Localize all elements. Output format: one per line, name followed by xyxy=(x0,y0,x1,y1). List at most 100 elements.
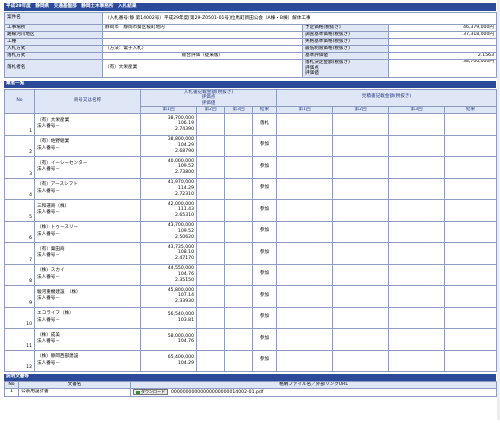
download-button[interactable]: ダウンロード xyxy=(133,389,168,395)
bid-value: 2.74390 xyxy=(175,127,194,133)
est-round3-cell xyxy=(388,220,446,243)
round3-bid-cell xyxy=(224,328,253,351)
round1-bid-cell: 58,000,000 104.76 xyxy=(140,328,197,351)
bid-result: 参加 xyxy=(251,242,278,265)
bid-result: 参加 xyxy=(251,199,278,222)
info-value: （入札番号:静 第14002号）平成29年度[第29-Z0501-01号]位馬町… xyxy=(102,12,497,25)
table-row: 5 三和運商（株） 法人番号－ 42,000,000 111.43 2.65310 参加 xyxy=(4,199,498,222)
est-result-cell xyxy=(444,328,498,351)
round1-bid-cell: 65,400,000 104.29 xyxy=(140,349,197,372)
col-round2-header: 第2回 xyxy=(196,106,225,114)
bidder-no: 3 xyxy=(4,156,35,179)
est-round3-cell xyxy=(388,349,446,372)
bid-value: 2.65310 xyxy=(175,213,194,219)
info-right-value: 2.1563 xyxy=(388,52,497,60)
round3-bid-cell xyxy=(224,177,253,200)
round1-bid-cell: 44,550,000 104.76 2.35150 xyxy=(140,263,197,286)
info-label: 落札方式 xyxy=(4,52,103,60)
est-result-cell xyxy=(444,156,498,179)
est-result-cell xyxy=(444,199,498,222)
info-label: 路線河川地区 xyxy=(4,31,103,39)
bidder-corp-number: 法人番号－ xyxy=(37,124,60,130)
round1-bid-cell: 43,700,000 109.52 2.50620 xyxy=(140,220,197,243)
bid-value: 2.33930 xyxy=(175,299,194,305)
table-row: 1 （有）大栄産業 法人番号－ 38,700,000 106.19 2.74390 落札 xyxy=(4,113,498,136)
bidders-table: No 商号又は名称 入札書記載金額(税抜き) 評価点 評価値 見積書記載金額(税… xyxy=(4,88,498,373)
round2-bid-cell xyxy=(196,199,225,222)
est-result-cell xyxy=(444,285,498,308)
est-round3-cell xyxy=(388,156,446,179)
est-round3-cell xyxy=(388,199,446,222)
est-round2-cell xyxy=(332,328,390,351)
round2-bid-cell xyxy=(196,263,225,286)
table-row: 8 （株）スカイ 法人番号－ 44,550,000 104.76 2.35150 参加 xyxy=(4,263,498,286)
bid-result: 参加 xyxy=(251,349,278,372)
est-round3-cell xyxy=(388,242,446,265)
info-value: 静岡市 静岡市葵区桜町地内 xyxy=(102,24,303,32)
bid-value: 2.73800 xyxy=(175,170,194,176)
bidder-name-cell: （株）静岡西部建設 法人番号－ xyxy=(34,349,141,372)
page: 平成29年度 静岡県 交通基盤部 静岡土木事務所 入札結果 案件名 （入札番号:静… xyxy=(4,0,500,420)
bidder-no: 9 xyxy=(4,285,35,308)
table-row: 6 （株）トゥースリー 法人番号－ 43,700,000 109.52 2.50620 参加 xyxy=(4,220,498,243)
round3-bid-cell xyxy=(224,242,253,265)
est-round1-cell xyxy=(276,242,334,265)
estimate-group-header: 見積書記載金額(税抜き) xyxy=(276,88,498,107)
bidder-corp-number: 法人番号－ xyxy=(37,145,60,151)
doc-no: 1 xyxy=(4,388,19,397)
info-label: 入札方式 xyxy=(4,45,103,53)
doc-row: 1 公表用設計書 ダウンロード 00000000000000000000014002-… xyxy=(4,388,497,397)
bidder-no: 4 xyxy=(4,177,35,200)
est-round2-cell xyxy=(332,199,390,222)
round3-bid-cell xyxy=(224,113,253,136)
bidder-name-cell: （有）佐野組業 法人番号－ xyxy=(34,134,141,157)
bidder-corp-number: 法人番号－ xyxy=(37,296,60,302)
doc-file-link[interactable]: 00000000000000000000014002-01.pdf xyxy=(171,390,263,395)
est-round3-cell xyxy=(388,263,446,286)
info-right-label: 失格基準価格(税抜き) xyxy=(302,38,389,46)
est-round1-cell xyxy=(276,156,334,179)
bidder-no: 6 xyxy=(4,220,35,243)
bid-value: 2.68790 xyxy=(175,148,194,154)
bid-result: 参加 xyxy=(251,220,278,243)
est-round3-cell xyxy=(388,328,446,351)
est-round2-cell xyxy=(332,242,390,265)
docs-col-file: 格納ファイル名／外部リンクURL xyxy=(130,381,497,389)
est-round1-cell xyxy=(276,177,334,200)
est-round3-cell xyxy=(388,134,446,157)
est-result-cell xyxy=(444,134,498,157)
est-round1-cell xyxy=(276,285,334,308)
col-name-header: 商号又は名称 xyxy=(34,88,141,114)
round2-bid-cell xyxy=(196,306,225,329)
bid-result: 参加 xyxy=(251,263,278,286)
table-row: 12 （株）静岡西部建設 法人番号－ 65,400,000 104.29 参加 xyxy=(4,349,498,372)
info-label: 落札者名 xyxy=(4,59,103,78)
bidder-no: 5 xyxy=(4,199,35,222)
est-round2-cell xyxy=(332,156,390,179)
bidder-name-cell: （株）スカイ 法人番号－ xyxy=(34,263,141,286)
round3-bid-cell xyxy=(224,285,253,308)
info-value xyxy=(102,38,303,46)
bidder-name-cell: 三和運商（株） 法人番号－ xyxy=(34,199,141,222)
est-round1-cell xyxy=(276,349,334,372)
bidders-section-title: 業者一覧 xyxy=(4,80,496,88)
info-row: 工種 失格基準価格(税抜き) xyxy=(4,38,497,46)
est-round1-cell xyxy=(276,328,334,351)
download-icon xyxy=(136,390,140,394)
round1-bid-cell: 38,700,000 106.19 2.74390 xyxy=(140,113,197,136)
col-round1-header: 第1回 xyxy=(140,106,197,114)
bidder-corp-number: 法人番号－ xyxy=(37,317,60,323)
round3-bid-cell xyxy=(224,263,253,286)
est-col-round3-header: 第3回 xyxy=(388,106,446,114)
bidder-name-cell: （有）イーシーセンター 法人番号－ xyxy=(34,156,141,179)
info-right-label: 最低制限価格(税抜き) xyxy=(302,45,389,53)
est-round2-cell xyxy=(332,113,390,136)
bidder-no: 1 xyxy=(4,113,35,136)
bidder-corp-number: 法人番号－ xyxy=(37,360,60,366)
est-result-cell xyxy=(444,242,498,265)
bidder-corp-number: 法人番号－ xyxy=(37,253,60,259)
est-round3-cell xyxy=(388,306,446,329)
page-title: 平成29年度 静岡県 交通基盤部 静岡土木事務所 入札結果 xyxy=(4,3,496,11)
est-result-cell xyxy=(444,177,498,200)
docs-col-no: No xyxy=(4,381,19,389)
